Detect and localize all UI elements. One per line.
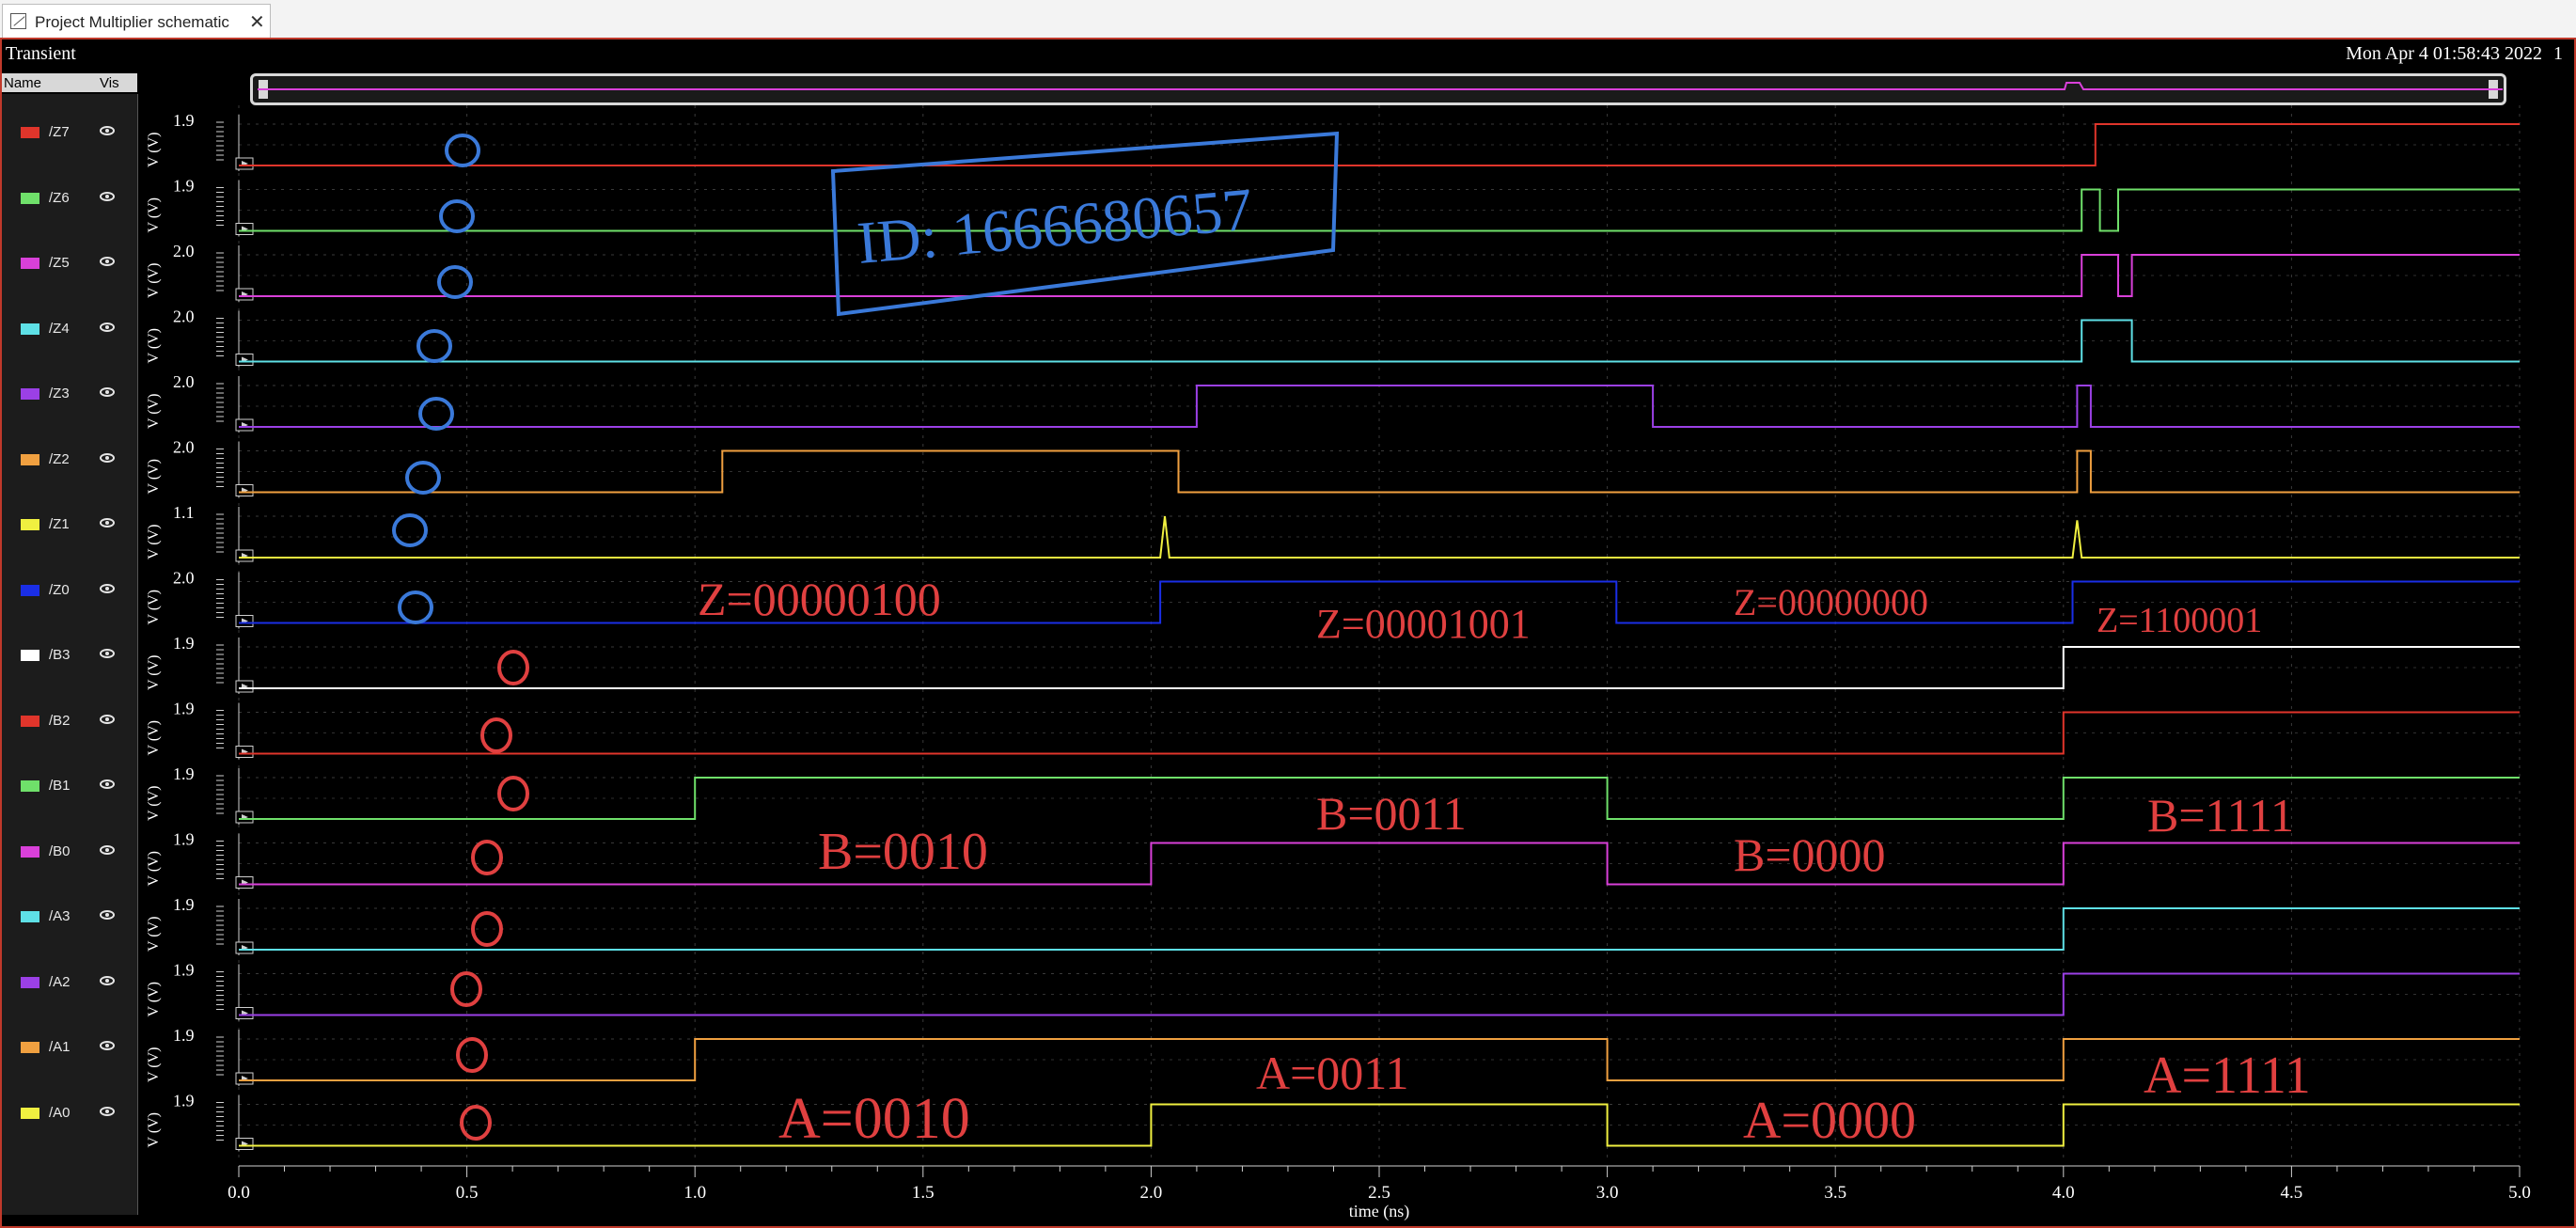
strip-z4: 2.0 V (V): [146, 307, 2520, 368]
handwritten-a4: A=1111: [2144, 1047, 2311, 1105]
y-axis-label: V (V): [146, 459, 162, 494]
handwritten-a3: A=0000: [1743, 1092, 1916, 1150]
x-tick-label: 4.5: [2281, 1183, 2303, 1203]
x-tick-label: 3.5: [1824, 1183, 1846, 1203]
x-tick-label: 4.0: [2052, 1183, 2075, 1203]
y-max-label: 1.9: [173, 1092, 195, 1110]
tab-project-multiplier[interactable]: Project Multiplier schematic ✕: [2, 4, 271, 38]
waveform-plot: 1.9 V (V) 1.9 V (V) 2.0 V (V) 2.0 V (V) 2.0 V (V)…: [146, 82, 2531, 1221]
y-max-label: 1.9: [173, 764, 195, 783]
y-max-label: 1.9: [173, 961, 195, 980]
handwritten-zero: [392, 513, 428, 547]
y-axis-label: V (V): [146, 655, 162, 690]
y-axis-label: V (V): [146, 851, 162, 886]
y-axis-label: V (V): [146, 982, 162, 1016]
y-axis-label: V (V): [146, 786, 162, 821]
y-max-label: 2.0: [173, 569, 195, 588]
y-axis-label: V (V): [146, 917, 162, 952]
handwritten-z4: Z=1100001: [2097, 601, 2262, 640]
handwritten-z3: Z=00000000: [1734, 581, 1928, 623]
handwritten-zero: [497, 776, 529, 811]
handwritten-z1: Z=00000100: [698, 573, 941, 625]
y-max-label: 1.9: [173, 634, 195, 653]
y-max-label: 1.9: [173, 895, 195, 914]
y-max-label: 1.9: [173, 830, 195, 849]
handwritten-zero: [437, 265, 473, 299]
handwritten-zero: [456, 1037, 488, 1073]
y-max-label: 1.9: [173, 700, 195, 718]
y-max-label: 2.0: [173, 242, 195, 260]
y-axis-label: V (V): [146, 720, 162, 755]
strip-z2: 2.0 V (V): [146, 438, 2520, 498]
y-axis-label: V (V): [146, 197, 162, 232]
strip-a2: 1.9 V (V): [146, 961, 2520, 1021]
id-text: ID: 1666680657: [855, 175, 1255, 276]
x-axis-title: time (ns): [1349, 1202, 1410, 1221]
y-axis-label: V (V): [146, 133, 162, 167]
handwritten-zero: [460, 1105, 492, 1141]
handwritten-a1: A=0010: [778, 1087, 970, 1151]
scrollbar-trace: [258, 82, 2503, 90]
x-tick-label: 0.0: [228, 1183, 250, 1203]
handwritten-zero: [418, 397, 454, 431]
handwritten-zero: [405, 461, 441, 495]
handwritten-zero: [471, 840, 503, 875]
y-axis-label: V (V): [146, 1112, 162, 1147]
y-max-label: 2.0: [173, 438, 195, 457]
x-tick-label: 2.5: [1368, 1183, 1390, 1203]
x-tick-label: 1.5: [912, 1183, 935, 1203]
strip-z1: 1.1 V (V): [146, 503, 2520, 563]
y-max-label: 2.0: [173, 307, 195, 326]
tab-label: Project Multiplier schematic: [35, 13, 229, 31]
y-max-label: 2.0: [173, 372, 195, 391]
x-tick-label: 0.5: [456, 1183, 479, 1203]
waveform-window-icon: [10, 13, 26, 29]
y-max-label: 1.9: [173, 111, 195, 130]
handwritten-zero: [450, 971, 482, 1007]
y-axis-label: V (V): [146, 525, 162, 559]
close-icon[interactable]: ✕: [249, 10, 265, 34]
title-bar: Project Multiplier schematic ✕: [0, 0, 2576, 39]
x-tick-label: 3.0: [1596, 1183, 1619, 1203]
handwritten-b3: B=0000: [1734, 828, 1886, 881]
handwritten-zero: [445, 134, 480, 167]
y-axis-label: V (V): [146, 1047, 162, 1082]
y-axis-label: V (V): [146, 328, 162, 363]
handwritten-a2: A=0011: [1256, 1047, 1408, 1099]
handwritten-z2: Z=00001001: [1316, 601, 1531, 647]
handwritten-zero: [398, 590, 433, 624]
handwritten-zero: [439, 199, 475, 233]
y-max-label: 1.9: [173, 1026, 195, 1045]
handwritten-b1: B=0010: [818, 823, 988, 881]
y-axis-label: V (V): [146, 394, 162, 429]
y-max-label: 1.9: [173, 177, 195, 196]
handwritten-zero: [416, 329, 452, 363]
y-axis-label: V (V): [146, 263, 162, 298]
x-tick-label: 5.0: [2508, 1183, 2531, 1203]
strip-z7: 1.9 V (V): [146, 111, 2520, 171]
waveform-window: Transient Mon Apr 4 01:58:43 2022 1 Name…: [0, 38, 2576, 1228]
strip-z3: 2.0 V (V): [146, 372, 2520, 433]
handwritten-zero: [480, 717, 512, 753]
handwritten-b4: B=1111: [2147, 789, 2294, 842]
x-axis: 0.0 0.5 1.0 1.5 2.0 2.5 3.0 3.5 4.0 4.5 5.0 time (n…: [228, 1165, 2531, 1221]
x-tick-label: 2.0: [1140, 1183, 1163, 1203]
x-tick-label: 1.0: [683, 1183, 706, 1203]
y-max-label: 1.1: [173, 503, 195, 522]
handwritten-annotations: ID: 1666680657 Z=00000100 Z=00001001 Z=0000…: [392, 131, 2311, 1151]
y-axis-label: V (V): [146, 590, 162, 624]
handwritten-b2: B=0011: [1316, 787, 1467, 840]
